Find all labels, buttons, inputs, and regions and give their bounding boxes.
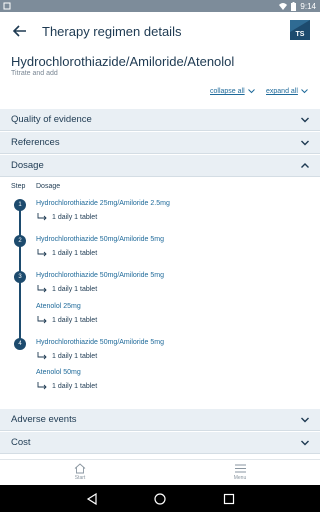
expand-controls: collapse all expand all xyxy=(0,88,320,100)
collapse-all-link[interactable]: collapse all xyxy=(210,88,255,95)
section-label: References xyxy=(11,137,60,148)
step-marker: 4 xyxy=(14,338,26,350)
status-bar: 9:14 xyxy=(0,0,320,12)
drug-link[interactable]: Hydrochlorothiazide 50mg/Amiloride 5mg xyxy=(36,339,164,346)
system-recents-icon[interactable] xyxy=(222,492,236,506)
app-logo: TS xyxy=(290,20,310,40)
bottom-navigation: Start Menu xyxy=(0,459,320,485)
chevron-up-icon xyxy=(301,163,309,168)
app-bar: Therapy regimen details TS xyxy=(0,12,320,50)
wifi-icon xyxy=(279,3,288,10)
dose-line: 1 daily 1 tablet xyxy=(36,382,97,391)
regimen-subtitle: Titrate and add xyxy=(11,70,58,77)
nav-start[interactable]: Start xyxy=(60,463,100,485)
dose-connector-icon xyxy=(37,213,47,221)
therapy-logo-icon: TS xyxy=(290,20,310,40)
section-label: Dosage xyxy=(11,160,44,171)
section-label: Quality of evidence xyxy=(11,114,92,125)
status-time: 9:14 xyxy=(300,1,316,11)
dose-connector-icon xyxy=(37,352,47,360)
dose-line: 1 daily 1 tablet xyxy=(36,285,97,294)
section-label: Adverse events xyxy=(11,414,77,425)
section-references[interactable]: References xyxy=(0,132,320,154)
dose-connector-icon xyxy=(37,382,47,390)
column-header-step: Step xyxy=(11,183,26,190)
dose-text: 1 daily 1 tablet xyxy=(52,286,98,293)
chevron-down-icon xyxy=(301,117,309,123)
dose-text: 1 daily 1 tablet xyxy=(52,250,98,257)
system-home-icon[interactable] xyxy=(153,492,167,506)
dose-text: 1 daily 1 tablet xyxy=(52,353,98,360)
battery-icon xyxy=(291,1,297,11)
dose-text: 1 daily 1 tablet xyxy=(52,383,98,390)
step-marker: 2 xyxy=(14,235,26,247)
page-title: Therapy regimen details xyxy=(42,24,182,39)
notification-icon xyxy=(3,2,11,10)
dose-text: 1 daily 1 tablet xyxy=(52,317,98,324)
section-adverse-events[interactable]: Adverse events xyxy=(0,409,320,431)
section-dosage[interactable]: Dosage xyxy=(0,155,320,177)
system-back-icon[interactable] xyxy=(85,492,99,506)
dose-line: 1 daily 1 tablet xyxy=(36,213,97,222)
step-marker: 1 xyxy=(14,199,26,211)
dose-connector-icon xyxy=(37,316,47,324)
drug-link[interactable]: Hydrochlorothiazide 25mg/Amiloride 2.5mg xyxy=(36,200,170,207)
step-marker: 3 xyxy=(14,271,26,283)
logo-text: TS xyxy=(296,31,305,38)
drug-link[interactable]: Atenolol 25mg xyxy=(36,303,81,310)
drug-link[interactable]: Atenolol 50mg xyxy=(36,369,81,376)
drug-link[interactable]: Hydrochlorothiazide 50mg/Amiloride 5mg xyxy=(36,272,164,279)
column-header-dosage: Dosage xyxy=(36,183,61,190)
section-quality-of-evidence[interactable]: Quality of evidence xyxy=(0,109,320,131)
home-icon xyxy=(74,463,86,474)
nav-start-label: Start xyxy=(74,475,86,481)
expand-all-label: expand all xyxy=(266,88,298,95)
drug-link[interactable]: Hydrochlorothiazide 50mg/Amiloride 5mg xyxy=(36,236,164,243)
dose-text: 1 daily 1 tablet xyxy=(52,214,98,221)
dose-line: 1 daily 1 tablet xyxy=(36,352,97,361)
dose-connector-icon xyxy=(37,249,47,257)
chevron-down-icon xyxy=(301,140,309,146)
expand-all-link[interactable]: expand all xyxy=(266,88,308,95)
arrow-left-icon[interactable] xyxy=(10,21,30,41)
system-navigation-bar xyxy=(0,485,320,512)
chevron-down-icon xyxy=(301,417,309,423)
chevron-down-icon xyxy=(247,89,255,94)
chevron-down-icon xyxy=(301,440,309,446)
chevron-down-icon xyxy=(301,89,308,94)
collapse-all-label: collapse all xyxy=(210,88,245,95)
dose-line: 1 daily 1 tablet xyxy=(36,316,97,325)
nav-menu-label: Menu xyxy=(233,475,247,481)
nav-menu[interactable]: Menu xyxy=(220,463,260,485)
hamburger-menu-icon xyxy=(234,464,246,473)
section-cost[interactable]: Cost xyxy=(0,432,320,454)
regimen-title: Hydrochlorothiazide/Amiloride/Atenolol xyxy=(11,54,235,69)
dose-line: 1 daily 1 tablet xyxy=(36,249,97,258)
section-label: Cost xyxy=(11,437,31,448)
dose-connector-icon xyxy=(37,285,47,293)
